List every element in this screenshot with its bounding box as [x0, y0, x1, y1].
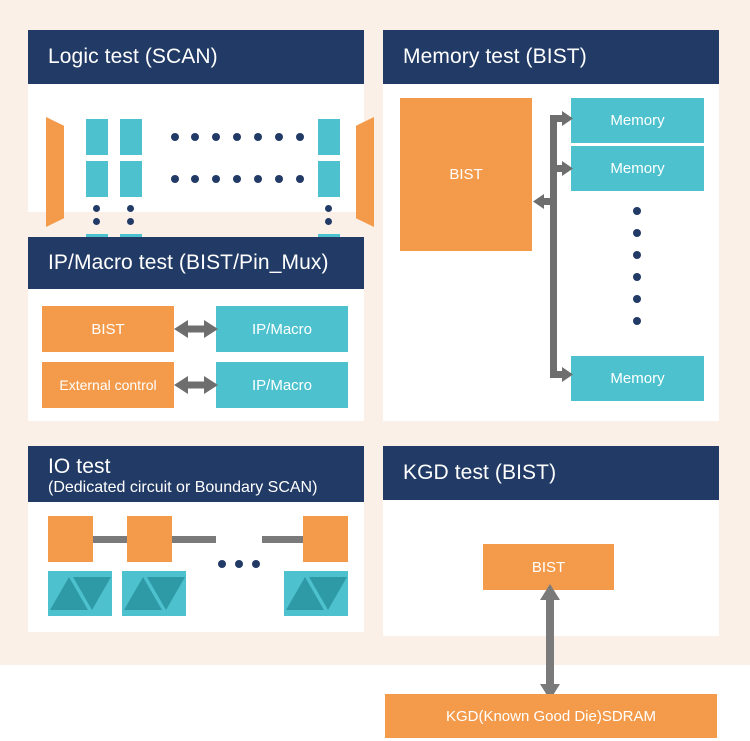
kgd-bist-to-sdram-arrow — [540, 584, 560, 700]
kgd-arrow-head-up — [540, 584, 560, 600]
block-kgd-sdram-label: KGD(Known Good Die)SDRAM — [445, 707, 657, 725]
block-kgd-sdram: KGD(Known Good Die)SDRAM — [385, 694, 717, 738]
kgd-arrow-shaft — [546, 595, 554, 695]
diagram-root: Logic test (SCAN) IP/Macro test (BIST/Pi… — [0, 0, 750, 741]
